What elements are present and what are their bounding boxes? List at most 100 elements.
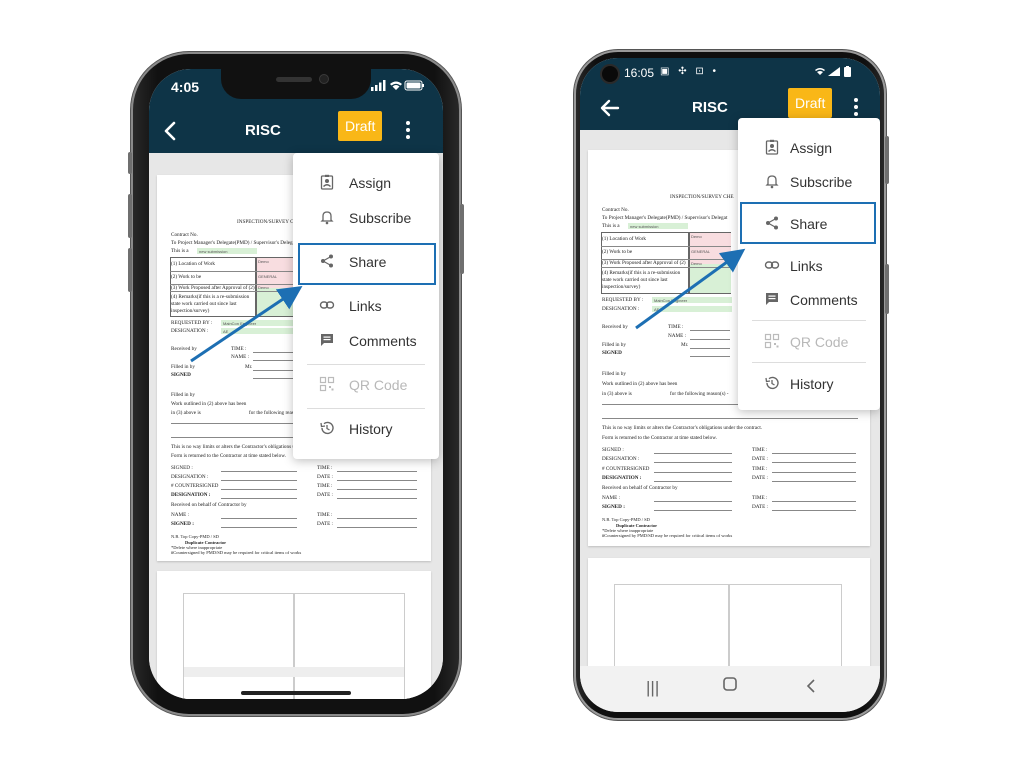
document-page-2 xyxy=(157,571,431,699)
history-icon xyxy=(319,420,335,436)
doc-tag-demo-2: Demo xyxy=(258,285,269,290)
menu-item-links[interactable]: Links xyxy=(293,288,439,322)
menu-divider xyxy=(307,364,425,365)
more-options-icon[interactable] xyxy=(405,121,411,141)
assign-icon xyxy=(764,139,780,155)
doc-date-3: DATE : xyxy=(317,521,333,527)
home-indicator[interactable] xyxy=(241,691,351,695)
doc-tag-demo-2: Demo xyxy=(691,261,702,266)
android-screen: 16:05 ▣ ✣ ⊡ • RISC Draft INSPECTION/SURV… xyxy=(580,58,880,712)
menu-divider xyxy=(752,320,866,321)
menu-label-subscribe: Subscribe xyxy=(349,210,412,226)
menu-item-assign[interactable]: Assign xyxy=(738,130,880,164)
share-highlight-box xyxy=(740,202,876,244)
menu-label-qr-code: QR Code xyxy=(349,377,408,393)
doc-time-4: TIME : xyxy=(317,512,333,518)
draft-badge[interactable]: Draft xyxy=(788,88,833,118)
menu-item-subscribe[interactable]: Subscribe xyxy=(738,164,880,198)
doc-received-by: Received by xyxy=(171,346,197,352)
doc-requested-value: MainCon Engineer xyxy=(223,321,257,326)
back-arrow-icon[interactable] xyxy=(159,119,183,143)
notification-icons: ▣ ✣ ⊡ • xyxy=(660,66,720,77)
doc-designation: DESIGNATION : xyxy=(602,306,640,312)
doc-time-2: TIME : xyxy=(752,447,768,453)
menu-item-comments[interactable]: Comments xyxy=(293,323,439,357)
doc-designation: DESIGNATION : xyxy=(171,328,209,334)
status-time: 16:05 xyxy=(624,66,655,80)
doc-time-3: TIME : xyxy=(317,483,333,489)
doc-time: TIME : xyxy=(668,324,684,330)
bell-icon xyxy=(764,173,780,189)
doc-filled-in-by-2: Filled in by xyxy=(602,371,626,377)
more-options-icon[interactable] xyxy=(853,98,859,118)
notch xyxy=(221,69,371,99)
link-icon xyxy=(764,257,780,273)
menu-label-subscribe: Subscribe xyxy=(790,174,853,190)
app-title: RISC xyxy=(692,99,728,116)
status-bar: 16:05 ▣ ✣ ⊡ • xyxy=(580,58,880,86)
doc-designation-3: DESIGNATION : xyxy=(171,492,211,498)
app-bar: RISC Draft xyxy=(149,109,443,153)
menu-label-comments: Comments xyxy=(790,292,858,308)
doc-this-is-a: This is a xyxy=(602,223,620,229)
doc-time: TIME : xyxy=(231,346,247,352)
doc-row-2: (2) Work to be xyxy=(602,249,633,255)
doc-signed-colon: SIGNED : xyxy=(602,447,624,453)
power-button xyxy=(460,204,464,274)
android-nav-bar: ||| xyxy=(580,666,880,712)
menu-item-qr-code: QR Code xyxy=(293,367,439,401)
home-icon[interactable] xyxy=(722,676,738,697)
iphone-screen: 4:05 RISC Draft INSPECTION/SURVEY CHE Co… xyxy=(149,69,443,699)
doc-work-outlined: Work outlined in (2) above has been xyxy=(171,401,247,407)
doc-row-4b: state work carried out since last xyxy=(171,301,237,307)
doc-requested-value: MainCon Engineer xyxy=(654,298,688,303)
doc-signed-2: SIGNED : xyxy=(171,521,194,527)
doc-no-way: This is no way limits or alters the Cont… xyxy=(602,425,763,431)
volume-up-button xyxy=(128,194,132,238)
menu-item-history[interactable]: History xyxy=(293,411,439,445)
menu-item-assign[interactable]: Assign xyxy=(293,165,439,199)
doc-designation-2: DESIGNATION : xyxy=(602,456,640,462)
signal-battery-icon xyxy=(814,66,858,80)
menu-label-qr-code: QR Code xyxy=(790,334,849,350)
doc-nb: N.B. Top Copy-PMD / SD xyxy=(171,534,219,539)
status-bar: 4:05 xyxy=(149,69,443,109)
recent-apps-icon[interactable]: ||| xyxy=(646,678,659,698)
comment-icon xyxy=(319,332,335,348)
menu-item-history[interactable]: History xyxy=(738,366,880,400)
menu-divider-2 xyxy=(307,408,425,409)
doc-in3-above: in (3) above is xyxy=(171,410,201,416)
doc-designation-2: DESIGNATION : xyxy=(171,474,209,480)
back-arrow-icon[interactable] xyxy=(598,96,622,120)
doc-countersigned-note: #Countersigned by PMD/SD may be required… xyxy=(171,550,302,555)
doc-time-4: TIME : xyxy=(752,495,768,501)
doc-row-4: (4) Remarks(if this is a re-submission xyxy=(602,270,681,276)
doc-name-2: NAME : xyxy=(602,495,621,501)
nav-back-icon[interactable] xyxy=(804,678,818,699)
doc-row-4b: state work carried out since last xyxy=(602,277,668,283)
doc-signed-colon: SIGNED : xyxy=(171,465,193,471)
doc-row-3: (3) Work Proposed after Approval of (2) xyxy=(171,285,255,291)
doc-following-reasons: for the following reason(s) - xyxy=(670,391,729,397)
doc-countersigned: # COUNTERSIGNED xyxy=(171,483,219,489)
front-camera xyxy=(600,64,620,84)
share-highlight-box xyxy=(298,243,436,285)
power-button xyxy=(885,264,889,314)
menu-item-links[interactable]: Links xyxy=(738,248,880,282)
comment-icon xyxy=(764,291,780,307)
mute-switch xyxy=(128,152,132,174)
doc-heading: INSPECTION/SURVEY CHE xyxy=(237,219,301,225)
doc-mr: Mr. xyxy=(245,364,253,370)
menu-item-subscribe[interactable]: Subscribe xyxy=(293,200,439,234)
doc-date: DATE : xyxy=(317,474,333,480)
doc-date-2: DATE : xyxy=(752,475,768,481)
menu-label-history: History xyxy=(349,421,393,437)
volume-button xyxy=(885,136,889,184)
menu-item-comments[interactable]: Comments xyxy=(738,282,880,316)
doc-received-by: Received by xyxy=(602,324,628,330)
doc-row-2: (2) Work to be xyxy=(171,274,202,280)
draft-badge[interactable]: Draft xyxy=(338,111,383,141)
doc-name: NAME : xyxy=(668,333,687,339)
iphone-device: 4:05 RISC Draft INSPECTION/SURVEY CHE Co… xyxy=(128,52,464,716)
doc-form-returned: Form is returned to the Contractor at ti… xyxy=(602,435,717,441)
